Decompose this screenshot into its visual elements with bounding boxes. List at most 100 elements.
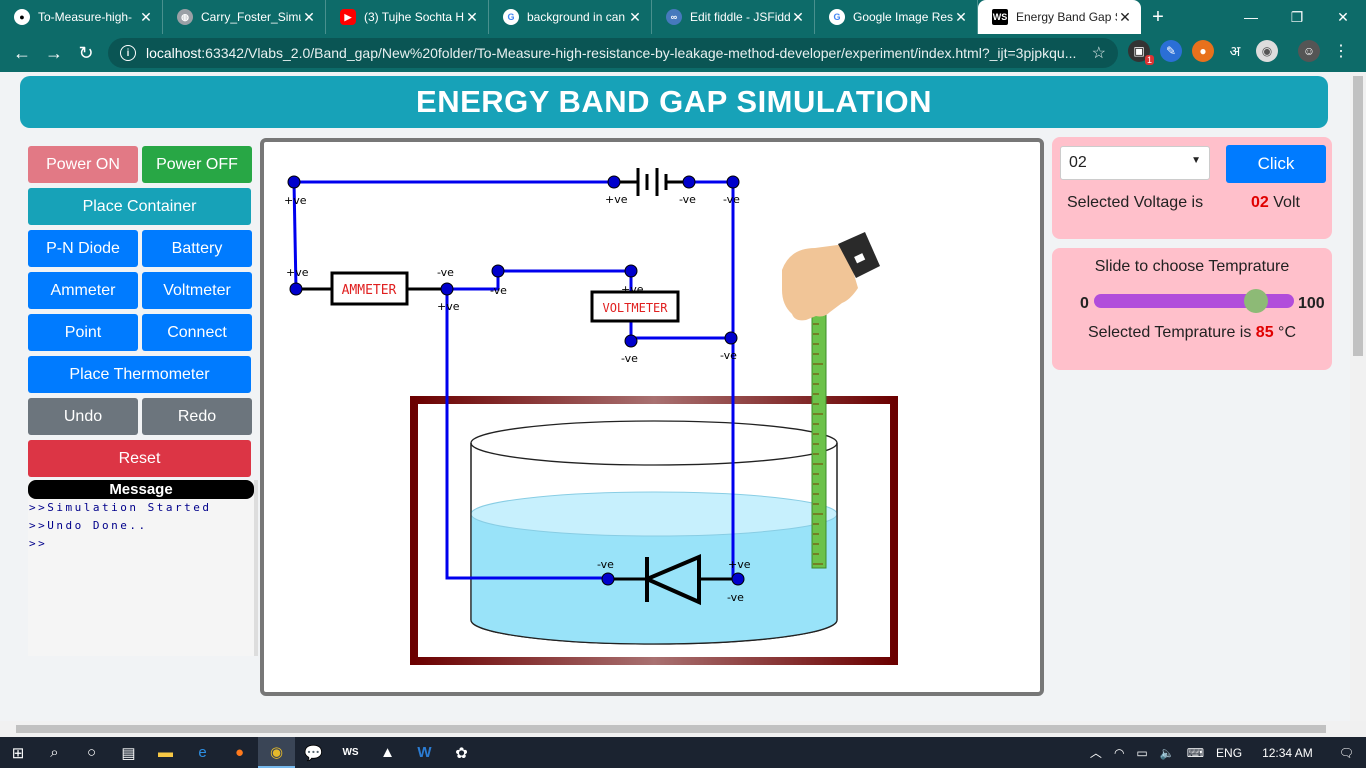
voltage-select[interactable]: 02 ▼ bbox=[1060, 146, 1210, 180]
browser-tab[interactable]: ▶ (3) Tujhe Sochta H ✕ bbox=[326, 0, 489, 34]
message-line: >>Undo Done.. bbox=[29, 519, 148, 532]
browser-tab-active[interactable]: WS Energy Band Gap S ✕ bbox=[978, 0, 1141, 34]
address-bar[interactable]: i localhost:63342/Vlabs_2.0/Band_gap/New… bbox=[108, 38, 1118, 68]
vertical-scrollbar[interactable] bbox=[1350, 72, 1366, 721]
voltage-unit: Volt bbox=[1273, 194, 1300, 211]
system-tray: ︿ ◠ ▭ 🔈 ⌨ ENG 12:34 AM 🗨 bbox=[1084, 737, 1366, 768]
place-container-button[interactable]: Place Container bbox=[28, 188, 251, 225]
file-explorer-icon[interactable]: ▬ bbox=[147, 737, 184, 768]
scroll-thumb[interactable] bbox=[1353, 76, 1363, 356]
battery-button[interactable]: Battery bbox=[142, 230, 252, 267]
tab-title: Carry_Foster_Simu bbox=[201, 10, 301, 24]
hindi-extension-icon[interactable]: अ bbox=[1224, 40, 1246, 62]
thermometer[interactable] bbox=[811, 307, 827, 569]
url-text: localhost:63342/Vlabs_2.0/Band_gap/New%2… bbox=[146, 45, 1084, 61]
horizontal-scrollbar[interactable] bbox=[0, 721, 1350, 737]
chevron-up-icon[interactable]: ︿ bbox=[1084, 744, 1108, 761]
reload-icon[interactable]: ↻ bbox=[70, 37, 102, 69]
minimize-icon[interactable]: — bbox=[1228, 0, 1274, 34]
notification-icon[interactable]: 🗨 bbox=[1327, 746, 1366, 760]
slider-thumb[interactable] bbox=[1243, 289, 1268, 313]
firefox-icon[interactable]: ● bbox=[221, 737, 258, 768]
voltmeter-button[interactable]: Voltmeter bbox=[142, 272, 252, 309]
slider-min-label: 0 bbox=[1080, 295, 1089, 312]
power-on-button[interactable]: Power ON bbox=[28, 146, 138, 183]
browser-tab[interactable]: ● To-Measure-high- ✕ bbox=[0, 0, 163, 34]
point-button[interactable]: Point bbox=[28, 314, 138, 351]
close-icon[interactable]: ✕ bbox=[790, 9, 806, 26]
edge-icon[interactable]: e bbox=[184, 737, 221, 768]
browser-tab[interactable]: G Google Image Res ✕ bbox=[815, 0, 978, 34]
wifi-icon[interactable]: ◠ bbox=[1108, 746, 1130, 760]
tab-title: Energy Band Gap S bbox=[1016, 10, 1117, 24]
redo-button[interactable]: Redo bbox=[142, 398, 252, 435]
youtube-icon: ▶ bbox=[340, 9, 356, 25]
browser-tab[interactable]: ∞ Edit fiddle - JSFidd ✕ bbox=[652, 0, 815, 34]
close-window-icon[interactable]: ✕ bbox=[1320, 0, 1366, 34]
terminal-label: +ve bbox=[621, 283, 644, 296]
close-icon[interactable]: ✕ bbox=[138, 9, 154, 26]
message-title: Message bbox=[28, 480, 254, 499]
clock[interactable]: 12:34 AM bbox=[1248, 746, 1327, 760]
close-icon[interactable]: ✕ bbox=[301, 9, 317, 26]
new-tab-button[interactable]: + bbox=[1141, 0, 1175, 34]
forward-icon[interactable]: → bbox=[38, 37, 70, 69]
terminal-label: -ve bbox=[723, 193, 740, 206]
selected-temperature-label: Selected Temprature is bbox=[1088, 324, 1252, 341]
close-icon[interactable]: ✕ bbox=[627, 9, 643, 26]
voltage-panel: 02 ▼ Click Selected Voltage is 02 Volt bbox=[1052, 137, 1332, 239]
extensions: ▣ 1 ✎ ● अ ◉ ☺ ⋮ bbox=[1128, 40, 1352, 65]
orange-extension-icon[interactable]: ● bbox=[1192, 40, 1214, 62]
close-icon[interactable]: ✕ bbox=[953, 9, 969, 26]
ammeter-button[interactable]: Ammeter bbox=[28, 272, 138, 309]
chat-icon[interactable]: 💬 bbox=[295, 737, 332, 768]
pn-diode-button[interactable]: P-N Diode bbox=[28, 230, 138, 267]
task-view-icon[interactable]: ▤ bbox=[110, 737, 147, 768]
keyboard-icon[interactable]: ⌨ bbox=[1181, 746, 1210, 760]
back-icon[interactable]: ← bbox=[6, 37, 38, 69]
selected-voltage-readout: 02 Volt bbox=[1251, 194, 1300, 212]
circle-extension-icon[interactable]: ◉ bbox=[1256, 40, 1278, 62]
browser-tab[interactable]: ◍ Carry_Foster_Simu ✕ bbox=[163, 0, 326, 34]
chrome-icon[interactable]: ◉ bbox=[258, 737, 295, 768]
extension-badge-icon[interactable]: ▣ 1 bbox=[1128, 40, 1154, 65]
volume-icon[interactable]: 🔈 bbox=[1154, 746, 1181, 760]
power-off-button[interactable]: Power OFF bbox=[142, 146, 252, 183]
app-icon[interactable]: ✿ bbox=[443, 737, 480, 768]
terminal-label: +ve bbox=[605, 193, 628, 206]
temperature-unit: °C bbox=[1278, 324, 1296, 341]
bookmark-star-icon[interactable]: ☆ bbox=[1092, 43, 1106, 63]
language-indicator[interactable]: ENG bbox=[1210, 746, 1248, 760]
close-icon[interactable]: ✕ bbox=[464, 9, 480, 26]
photos-icon[interactable]: ▲ bbox=[369, 737, 406, 768]
terminal-label: +ve bbox=[286, 266, 309, 279]
page: ENERGY BAND GAP SIMULATION Power ON Powe… bbox=[0, 72, 1350, 721]
profile-avatar[interactable]: ☺ bbox=[1298, 40, 1320, 62]
click-button[interactable]: Click bbox=[1226, 145, 1326, 183]
reset-button[interactable]: Reset bbox=[28, 440, 251, 477]
temperature-slider[interactable] bbox=[1094, 289, 1294, 313]
search-icon[interactable]: ⌕ bbox=[36, 737, 73, 768]
windows-start-icon[interactable]: ⊞ bbox=[0, 737, 36, 768]
scroll-thumb[interactable] bbox=[16, 725, 1326, 733]
undo-button[interactable]: Undo bbox=[28, 398, 138, 435]
circuit-drawing: AMMETER VOLTMETER +ve +ve -ve -ve +ve -v… bbox=[284, 168, 898, 665]
simulation-canvas[interactable]: AMMETER VOLTMETER +ve +ve -ve -ve +ve -v… bbox=[260, 138, 1044, 696]
google-icon: G bbox=[829, 9, 845, 25]
terminal-label: -ve bbox=[490, 284, 507, 297]
browser-toolbar: ← → ↻ i localhost:63342/Vlabs_2.0/Band_g… bbox=[0, 34, 1366, 72]
slider-max-label: 100 bbox=[1298, 295, 1325, 312]
restore-icon[interactable]: ❐ bbox=[1274, 0, 1320, 34]
battery-icon[interactable]: ▭ bbox=[1130, 746, 1153, 760]
connect-button[interactable]: Connect bbox=[142, 314, 252, 351]
pen-extension-icon[interactable]: ✎ bbox=[1160, 40, 1182, 62]
terminal-label: +ve bbox=[284, 194, 307, 207]
word-icon[interactable]: W bbox=[406, 737, 443, 768]
webstorm-taskbar-icon[interactable]: WS bbox=[332, 737, 369, 768]
cortana-icon[interactable]: ○ bbox=[73, 737, 110, 768]
menu-icon[interactable]: ⋮ bbox=[1330, 40, 1352, 62]
browser-tab[interactable]: G background in can ✕ bbox=[489, 0, 652, 34]
info-icon[interactable]: i bbox=[120, 45, 136, 61]
place-thermometer-button[interactable]: Place Thermometer bbox=[28, 356, 251, 393]
close-icon[interactable]: ✕ bbox=[1117, 9, 1133, 26]
